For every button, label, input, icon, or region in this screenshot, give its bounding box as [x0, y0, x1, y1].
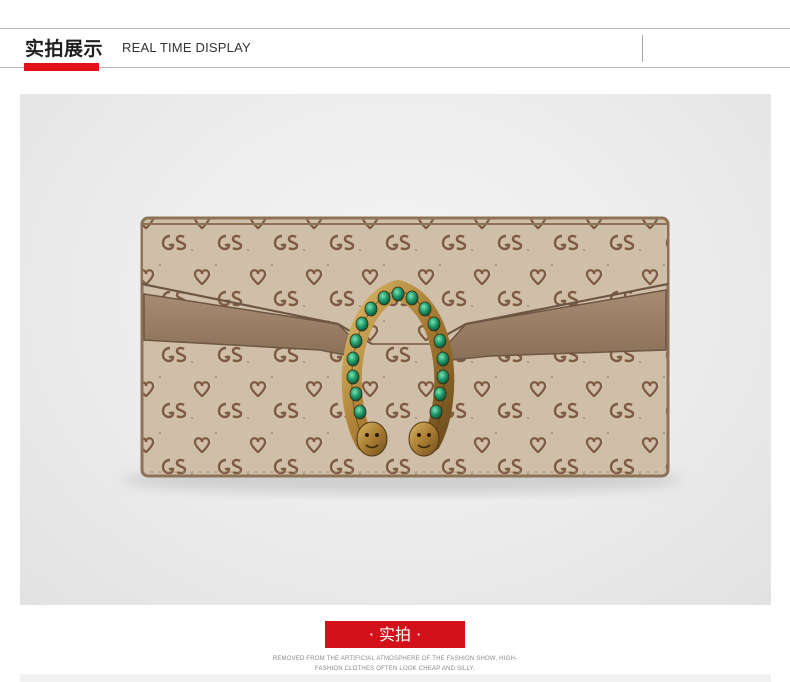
- header-divider: [642, 35, 643, 62]
- section-title-zh: 实拍展示: [25, 38, 104, 60]
- next-photo-edge: [20, 674, 771, 682]
- caption-subtext-line-1: REMOVED FROM THE ARTIFICIAL ATMOSPHERE O…: [272, 656, 518, 662]
- caption-subtext-line-2: FASHION CLOTHES OFTEN LOOK CHEAP AND SIL…: [315, 666, 475, 672]
- header-bottom-rule: [0, 67, 790, 68]
- title-accent-bar: [24, 63, 99, 71]
- section-header: 实拍展示 REAL TIME DISPLAY: [0, 0, 790, 71]
- product-photo: [20, 94, 771, 605]
- caption-subtext: REMOVED FROM THE ARTIFICIAL ATMOSPHERE O…: [262, 654, 528, 674]
- header-top-rule: [0, 28, 790, 29]
- tiger-head-right: [408, 421, 440, 457]
- tiger-head-left: [356, 421, 388, 457]
- section-title-en: REAL TIME DISPLAY: [122, 40, 251, 55]
- product-detail-page: 实拍展示 REAL TIME DISPLAY · 实拍 · REMOVED FR…: [0, 0, 790, 682]
- caption-badge: · 实拍 ·: [325, 621, 465, 648]
- wallet-illustration: [122, 216, 682, 494]
